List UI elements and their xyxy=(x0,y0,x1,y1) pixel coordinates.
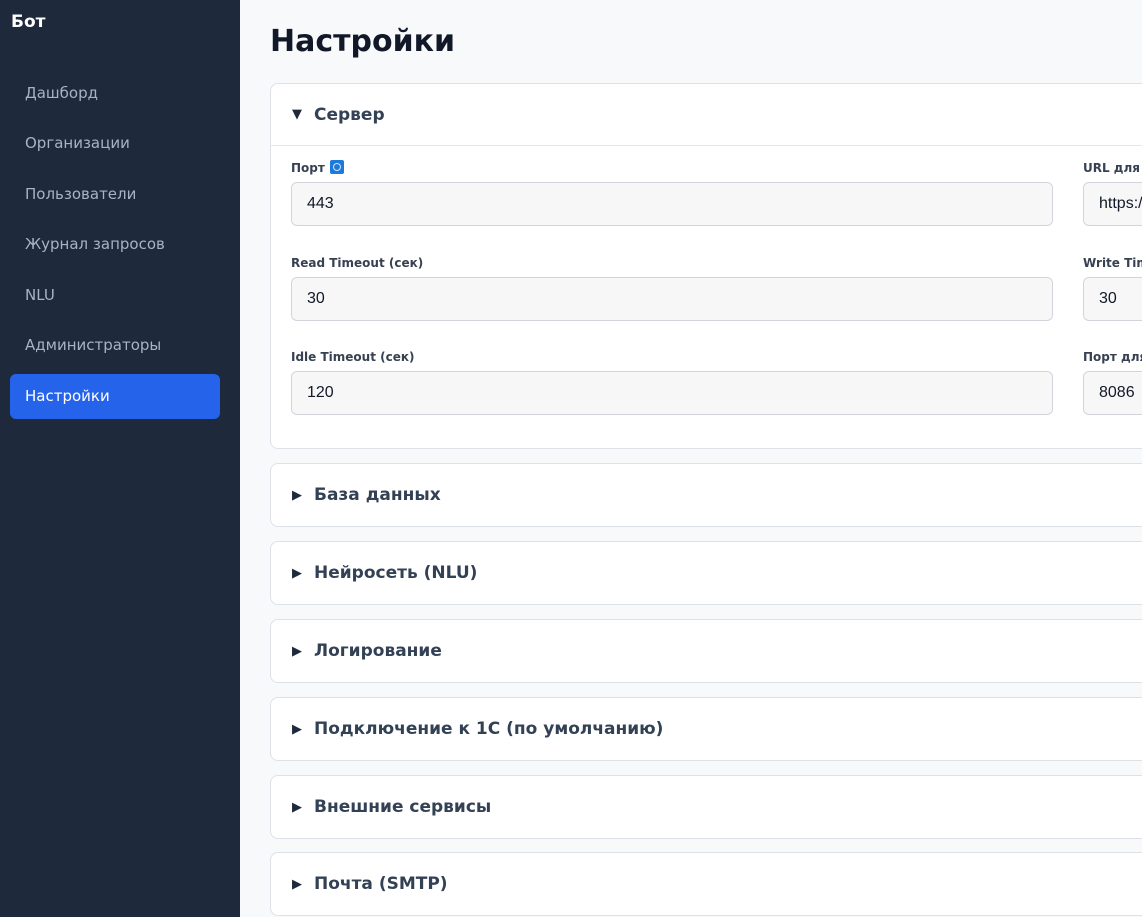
write-timeout-input[interactable] xyxy=(1083,277,1142,321)
caret-right-icon: ▶ xyxy=(292,487,302,503)
section-server-header[interactable]: ▼ Сервер xyxy=(271,84,1142,146)
field-label: Порт xyxy=(291,160,1053,182)
section-database-header[interactable]: ▶ База данных xyxy=(271,464,1142,526)
section-title: Подключение к 1С (по умолчанию) xyxy=(314,719,664,739)
caret-right-icon: ▶ xyxy=(292,876,302,892)
section-database: ▶ База данных xyxy=(270,463,1142,527)
section-title: Нейросеть (NLU) xyxy=(314,563,478,583)
section-title: Почта (SMTP) xyxy=(314,874,448,894)
section-logging: ▶ Логирование xyxy=(270,619,1142,683)
sidebar: Бот Дашборд Организации Пользователи Жур… xyxy=(0,0,240,917)
field-label: Read Timeout (сек) xyxy=(291,256,424,270)
section-nlu-header[interactable]: ▶ Нейросеть (NLU) xyxy=(271,542,1142,604)
app-brand: Бот xyxy=(11,12,46,32)
field-url: URL для о xyxy=(1083,160,1142,226)
sidebar-nav: Дашборд Организации Пользователи Журнал … xyxy=(10,70,220,424)
caret-right-icon: ▶ xyxy=(292,799,302,815)
sidebar-item-settings[interactable]: Настройки xyxy=(10,373,220,419)
section-title: Логирование xyxy=(314,641,442,661)
section-external-services: ▶ Внешние сервисы xyxy=(270,775,1142,839)
field-label: URL для о xyxy=(1083,161,1142,175)
field-label: Write Time xyxy=(1083,256,1142,270)
sidebar-item-users[interactable]: Пользователи xyxy=(10,171,220,216)
section-title: Сервер xyxy=(314,104,385,125)
caret-right-icon: ▶ xyxy=(292,721,302,737)
sidebar-item-dashboard[interactable]: Дашборд xyxy=(10,70,220,115)
field-label: Idle Timeout (сек) xyxy=(291,350,415,364)
section-title: База данных xyxy=(314,485,441,505)
section-external-services-header[interactable]: ▶ Внешние сервисы xyxy=(271,776,1142,838)
field-port: Порт xyxy=(291,160,1053,226)
field-label: Порт для xyxy=(1083,350,1142,364)
sidebar-item-nlu[interactable]: NLU xyxy=(10,272,220,317)
caret-right-icon: ▶ xyxy=(292,565,302,581)
secondary-port-input[interactable] xyxy=(1083,371,1142,415)
main-content: Настройки ▼ Сервер Порт URL для о Read T… xyxy=(240,0,1142,917)
info-icon[interactable] xyxy=(329,160,344,174)
page-title: Настройки xyxy=(270,24,456,59)
port-input[interactable] xyxy=(291,182,1053,226)
idle-timeout-input[interactable] xyxy=(291,371,1053,415)
section-nlu: ▶ Нейросеть (NLU) xyxy=(270,541,1142,605)
section-title: Внешние сервисы xyxy=(314,797,492,817)
server-settings-form: Порт URL для о Read Timeout (сек) Write … xyxy=(271,146,1142,448)
section-smtp: ▶ Почта (SMTP) xyxy=(270,852,1142,916)
section-server: ▼ Сервер Порт URL для о Read Timeout (се… xyxy=(270,83,1142,449)
section-logging-header[interactable]: ▶ Логирование xyxy=(271,620,1142,682)
read-timeout-input[interactable] xyxy=(291,277,1053,321)
field-read-timeout: Read Timeout (сек) xyxy=(291,255,1053,321)
caret-right-icon: ▶ xyxy=(292,643,302,659)
caret-down-icon: ▼ xyxy=(292,107,302,122)
section-smtp-header[interactable]: ▶ Почта (SMTP) xyxy=(271,853,1142,915)
url-input[interactable] xyxy=(1083,182,1142,226)
sidebar-item-administrators[interactable]: Администраторы xyxy=(10,323,220,368)
field-idle-timeout: Idle Timeout (сек) xyxy=(291,349,1053,415)
sidebar-item-organizations[interactable]: Организации xyxy=(10,121,220,166)
sidebar-item-request-log[interactable]: Журнал запросов xyxy=(10,222,220,267)
field-port-secondary: Порт для xyxy=(1083,349,1142,415)
section-1c-connection-header[interactable]: ▶ Подключение к 1С (по умолчанию) xyxy=(271,698,1142,760)
section-1c-connection: ▶ Подключение к 1С (по умолчанию) xyxy=(270,697,1142,761)
field-write-timeout: Write Time xyxy=(1083,255,1142,321)
